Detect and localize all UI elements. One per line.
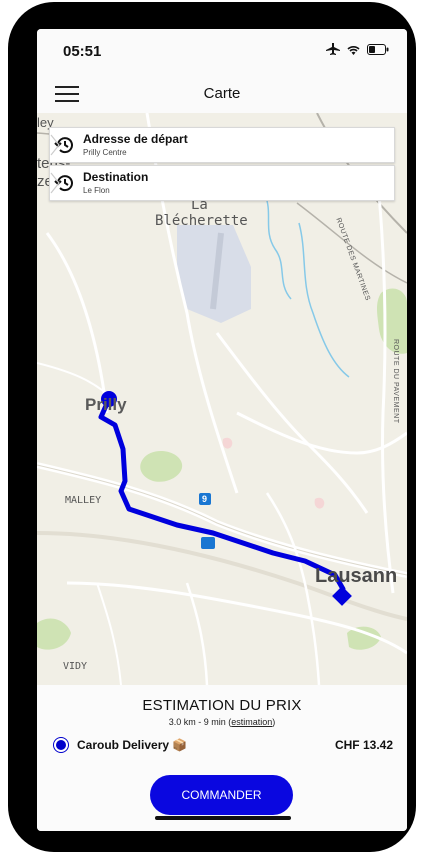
map-label-prilly: Prilly xyxy=(85,395,127,414)
service-radio[interactable] xyxy=(53,737,69,753)
service-name: Caroub Delivery 📦 xyxy=(77,738,188,752)
price-estimate-panel: ESTIMATION DU PRIX 3.0 km - 9 min (estim… xyxy=(37,685,407,831)
map-view[interactable]: ley tens- ze La Blécherette Prilly MALLE… xyxy=(37,113,407,685)
destination-value: Le Flon xyxy=(83,186,110,195)
departure-value: Prilly Centre xyxy=(83,148,127,157)
map-label-vidy: VIDY xyxy=(63,661,88,672)
status-time: 05:51 xyxy=(63,43,102,60)
status-bar: 05:51 xyxy=(37,29,407,73)
destination-label: Destination xyxy=(83,170,149,184)
page-title: Carte xyxy=(203,85,241,102)
service-option[interactable]: Caroub Delivery 📦 CHF 13.42 xyxy=(53,735,393,757)
estimate-title: ESTIMATION DU PRIX xyxy=(142,697,302,714)
chevron-right-icon xyxy=(50,134,60,156)
service-price: CHF 13.42 xyxy=(334,738,393,752)
estimate-distance-time: 3.0 km - 9 min ( xyxy=(168,717,232,727)
navigation-bar: Carte xyxy=(37,73,407,114)
airplane-icon xyxy=(326,43,340,55)
transit-marker-9: 9 xyxy=(202,494,208,504)
chevron-right-icon xyxy=(50,172,60,194)
screen: 05:51 Carte ley tens- ze La Blécherette … xyxy=(37,29,407,831)
phone-frame: 05:51 Carte ley tens- ze La Blécherette … xyxy=(8,2,416,852)
destination-address-field[interactable]: Destination Le Flon xyxy=(49,165,395,201)
order-button[interactable]: COMMANDER xyxy=(150,775,293,815)
estimate-link[interactable]: estimation xyxy=(231,717,272,727)
estimate-summary: 3.0 km - 9 min (estimation) xyxy=(37,717,407,727)
estimate-summary-end: ) xyxy=(272,717,276,727)
home-indicator xyxy=(155,816,291,820)
status-icons xyxy=(326,43,389,55)
map-label-route-pavement: ROUTE DU PAVEMENT xyxy=(392,339,399,424)
map-label-malley: MALLEY xyxy=(65,495,102,506)
wifi-icon xyxy=(347,45,360,55)
departure-label: Adresse de départ xyxy=(83,132,188,146)
map-label-blecherette: Blécherette xyxy=(155,213,248,229)
departure-address-field[interactable]: Adresse de départ Prilly Centre xyxy=(49,127,395,163)
map-label-lausanne: Lausann xyxy=(315,565,398,587)
battery-icon xyxy=(367,43,389,55)
